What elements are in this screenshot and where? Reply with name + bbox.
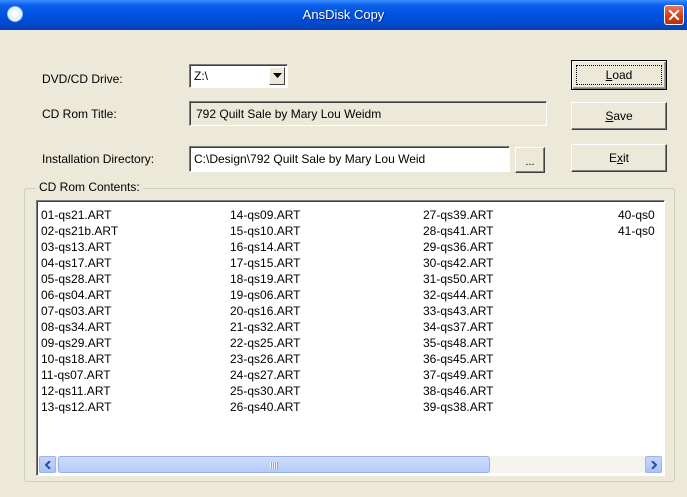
list-column-2: 14-qs09.ART 15-qs10.ART 16-qs14.ART 17-qs15…	[230, 207, 300, 415]
list-item[interactable]: 35-qs48.ART	[423, 335, 493, 351]
list-item[interactable]: 40-qs0	[618, 207, 655, 223]
title-bar[interactable]: AnsDisk Copy	[0, 0, 687, 30]
list-item[interactable]: 08-qs34.ART	[41, 319, 118, 335]
list-item[interactable]: 01-qs21.ART	[41, 207, 118, 223]
drive-select-value: Z:\	[194, 69, 208, 83]
list-item[interactable]: 04-qs17.ART	[41, 255, 118, 271]
list-item[interactable]: 20-qs16.ART	[230, 303, 300, 319]
list-item[interactable]: 12-qs11.ART	[41, 383, 118, 399]
window-title: AnsDisk Copy	[302, 7, 385, 22]
install-dir-value: C:\Design\792 Quilt Sale by Mary Lou Wei…	[194, 152, 426, 166]
list-item[interactable]: 07-qs03.ART	[41, 303, 118, 319]
chevron-down-icon	[272, 73, 282, 78]
scrollbar-thumb[interactable]	[58, 456, 490, 473]
list-item[interactable]: 09-qs29.ART	[41, 335, 118, 351]
browse-button[interactable]: ...	[515, 147, 545, 173]
list-item[interactable]: 27-qs39.ART	[423, 207, 493, 223]
close-icon	[668, 9, 680, 21]
list-item[interactable]: 21-qs32.ART	[230, 319, 300, 335]
load-button[interactable]: Load	[571, 60, 667, 90]
list-item[interactable]: 02-qs21b.ART	[41, 223, 118, 239]
list-item[interactable]: 23-qs26.ART	[230, 351, 300, 367]
list-item[interactable]: 15-qs10.ART	[230, 223, 300, 239]
exit-button-label: Exit	[608, 151, 629, 165]
cd-contents-label: CD Rom Contents:	[36, 180, 143, 194]
list-item[interactable]: 38-qs46.ART	[423, 383, 493, 399]
list-item[interactable]: 39-qs38.ART	[423, 399, 493, 415]
scroll-right-button[interactable]	[645, 456, 662, 473]
list-item[interactable]: 11-qs07.ART	[41, 367, 118, 383]
list-item[interactable]: 17-qs15.ART	[230, 255, 300, 271]
arrow-right-icon	[650, 460, 657, 469]
exit-button[interactable]: Exit	[571, 144, 667, 172]
list-item[interactable]: 03-qs13.ART	[41, 239, 118, 255]
cd-title-label: CD Rom Title:	[42, 107, 117, 121]
list-item[interactable]: 29-qs36.ART	[423, 239, 493, 255]
drive-select[interactable]: Z:\	[189, 64, 288, 88]
list-item[interactable]: 28-qs41.ART	[423, 223, 493, 239]
horizontal-scrollbar[interactable]	[39, 456, 662, 473]
list-item[interactable]: 19-qs06.ART	[230, 287, 300, 303]
drive-label: DVD/CD Drive:	[42, 72, 123, 86]
list-item[interactable]: 14-qs09.ART	[230, 207, 300, 223]
list-item[interactable]: 36-qs45.ART	[423, 351, 493, 367]
list-item[interactable]: 06-qs04.ART	[41, 287, 118, 303]
list-item[interactable]: 34-qs37.ART	[423, 319, 493, 335]
list-item[interactable]: 32-qs44.ART	[423, 287, 493, 303]
list-item[interactable]: 18-qs19.ART	[230, 271, 300, 287]
cd-contents-list[interactable]: 01-qs21.ART 02-qs21b.ART 03-qs13.ART 04-qs1…	[36, 200, 665, 476]
scroll-left-button[interactable]	[39, 456, 56, 473]
list-item[interactable]: 24-qs27.ART	[230, 367, 300, 383]
file-list-area: 01-qs21.ART 02-qs21b.ART 03-qs13.ART 04-qs1…	[37, 201, 664, 453]
close-button[interactable]	[664, 5, 684, 25]
list-item[interactable]: 10-qs18.ART	[41, 351, 118, 367]
list-item[interactable]: 31-qs50.ART	[423, 271, 493, 287]
list-item[interactable]: 22-qs25.ART	[230, 335, 300, 351]
grip-icon	[270, 462, 278, 469]
list-column-1: 01-qs21.ART 02-qs21b.ART 03-qs13.ART 04-qs1…	[41, 207, 118, 415]
ansdisk-copy-window: AnsDisk Copy DVD/CD Drive: Z:\ CD Rom Ti…	[0, 0, 687, 497]
list-item[interactable]: 41-qs0	[618, 223, 655, 239]
save-button-label: Save	[605, 109, 633, 123]
cd-title-value: 792 Quilt Sale by Mary Lou Weidm	[196, 107, 382, 121]
list-item[interactable]: 33-qs43.ART	[423, 303, 493, 319]
list-item[interactable]: 13-qs12.ART	[41, 399, 118, 415]
save-button[interactable]: Save	[571, 102, 667, 130]
arrow-left-icon	[44, 460, 51, 469]
drive-dropdown-button[interactable]	[269, 67, 285, 85]
list-item[interactable]: 37-qs49.ART	[423, 367, 493, 383]
install-dir-input[interactable]: C:\Design\792 Quilt Sale by Mary Lou Wei…	[189, 146, 510, 172]
list-item[interactable]: 25-qs30.ART	[230, 383, 300, 399]
list-item[interactable]: 16-qs14.ART	[230, 239, 300, 255]
list-item[interactable]: 30-qs42.ART	[423, 255, 493, 271]
cd-title-field: 792 Quilt Sale by Mary Lou Weidm	[189, 101, 547, 126]
list-column-3: 27-qs39.ART 28-qs41.ART 29-qs36.ART 30-qs42…	[423, 207, 493, 415]
list-item[interactable]: 26-qs40.ART	[230, 399, 300, 415]
focus-rect	[576, 65, 662, 85]
install-dir-label: Installation Directory:	[42, 152, 155, 166]
list-item[interactable]: 05-qs28.ART	[41, 271, 118, 287]
list-column-4: 40-qs0 41-qs0	[618, 207, 655, 239]
